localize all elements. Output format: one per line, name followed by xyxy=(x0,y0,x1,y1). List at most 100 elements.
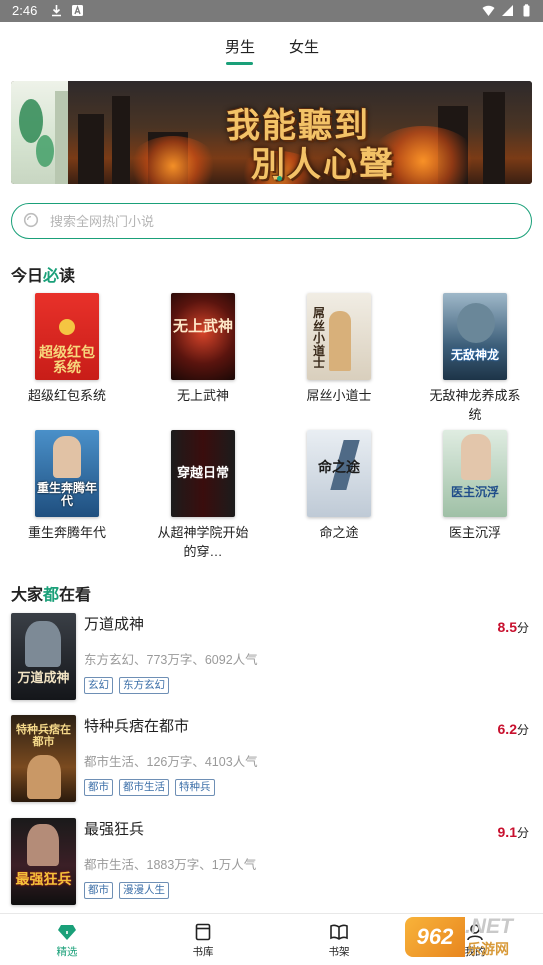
tag[interactable]: 都市生活 xyxy=(119,779,169,796)
book-cover-title: 穿越日常 xyxy=(176,465,229,480)
tab-female[interactable]: 女生 xyxy=(289,36,319,57)
book-card[interactable]: 屌丝小道士 屌丝小道士 xyxy=(289,293,389,405)
status-notification-icons xyxy=(50,4,84,17)
app-a-icon xyxy=(72,5,83,16)
watermark-badge: 962 xyxy=(405,917,465,957)
book-tags: 都市 漫漫人生 xyxy=(84,882,169,899)
book-cover: 无上武神 xyxy=(171,293,235,380)
book-title: 屌丝小道士 xyxy=(306,388,372,403)
book-cover: 万道成神 xyxy=(11,613,76,700)
banner-tower xyxy=(483,92,505,184)
book-card[interactable]: 命之途 命之途 xyxy=(289,430,389,542)
book-cover: 重生奔腾年代 xyxy=(35,430,99,517)
list-item[interactable]: 最强狂兵 最强狂兵 都市生活、1883万字、1万人气 都市 漫漫人生 9.1分 xyxy=(0,818,543,906)
status-bar: 2:46 xyxy=(0,0,543,22)
score-value: 9.1 xyxy=(497,824,517,840)
site-watermark: 962 .NET 乐游网 xyxy=(405,915,541,961)
book-cover-title: 特种兵痞在都市 xyxy=(16,724,71,748)
nav-item-library[interactable]: 书库 xyxy=(173,922,233,959)
list-item[interactable]: 特种兵痞在都市 特种兵痞在都市 都市生活、126万字、4103人气 都市 都市生… xyxy=(0,715,543,803)
book-card[interactable]: 医主沉浮 医主沉浮 xyxy=(425,430,525,542)
diamond-icon xyxy=(58,925,76,940)
book-title: 命之途 xyxy=(319,525,359,540)
promo-banner[interactable]: 我能聽到 別人心聲 xyxy=(11,81,532,184)
book-score: 9.1分 xyxy=(498,824,529,841)
book-tags: 玄幻 东方玄幻 xyxy=(84,677,169,694)
book-card[interactable]: 无上武神 无上武神 xyxy=(153,293,253,405)
book-meta: 东方玄幻、773万字、6092人气 xyxy=(84,653,258,667)
book-cover: 穿越日常 xyxy=(171,430,235,517)
book-title: 超级红包系统 xyxy=(27,388,106,403)
character-portrait xyxy=(461,434,491,480)
status-system-icons xyxy=(482,4,533,17)
score-unit: 分 xyxy=(516,826,529,840)
search-input[interactable] xyxy=(50,210,510,232)
book-cover-title: 屌丝小道士 xyxy=(312,306,325,371)
banner-dot-active xyxy=(277,176,282,181)
book-cover-title: 万道成神 xyxy=(17,670,70,685)
book-cover-title: 最强狂兵 xyxy=(15,871,72,887)
tag[interactable]: 都市 xyxy=(84,882,113,899)
book-title: 特种兵痞在都市 xyxy=(84,718,190,735)
section-title-today: 今日必读 xyxy=(11,262,75,286)
book-card[interactable]: 超级红包系统 超级红包系统 xyxy=(17,293,117,405)
tag[interactable]: 都市 xyxy=(84,779,113,796)
list-item[interactable]: 万道成神 万道成神 东方玄幻、773万字、6092人气 玄幻 东方玄幻 8.5分 xyxy=(0,613,543,701)
watermark-sub: 乐游网 xyxy=(467,941,509,957)
banner-fire xyxy=(128,136,218,184)
dragon-graphic xyxy=(457,303,495,343)
book-cover-title: 超级红包系统 xyxy=(39,344,95,375)
section-title-part: 今日 xyxy=(11,268,44,285)
book-cover: 命之途 xyxy=(307,430,371,517)
banner-pagination xyxy=(277,176,282,181)
tag[interactable]: 漫漫人生 xyxy=(119,882,169,899)
status-time: 2:46 xyxy=(12,3,38,18)
book-cover: 特种兵痞在都市 xyxy=(11,715,76,802)
character-portrait xyxy=(53,436,81,478)
book-cover-title: 无上武神 xyxy=(172,318,233,335)
section-title-popular: 大家都在看 xyxy=(11,581,91,605)
tab-male[interactable]: 男生 xyxy=(225,36,255,57)
nav-label: 书库 xyxy=(192,946,214,958)
book-cover: 无敌神龙 xyxy=(443,293,507,380)
gender-tabs: 男生 女生 xyxy=(0,22,543,70)
book-title: 最强狂兵 xyxy=(84,821,145,838)
book-meta: 都市生活、1883万字、1万人气 xyxy=(84,858,257,872)
nav-label: 精选 xyxy=(56,946,78,958)
book-cover-title: 命之途 xyxy=(318,459,360,475)
book-meta: 都市生活、126万字、4103人气 xyxy=(84,755,258,769)
banner-title-line2: 別人心聲 xyxy=(251,146,395,184)
book-score: 6.2分 xyxy=(498,721,529,738)
banner-tower xyxy=(78,114,104,184)
active-tab-indicator xyxy=(226,62,253,65)
book-cover-title: 医主沉浮 xyxy=(450,485,499,499)
character-figure xyxy=(27,824,59,866)
book-title: 医主沉浮 xyxy=(448,525,501,540)
book-title: 从超神学院开始的穿… xyxy=(157,525,249,559)
battery-icon xyxy=(523,4,530,17)
score-unit: 分 xyxy=(516,723,529,737)
section-title-highlight: 必 xyxy=(43,268,60,285)
watermark-net: .NET xyxy=(465,915,513,938)
tag[interactable]: 玄幻 xyxy=(84,677,113,694)
download-icon xyxy=(52,5,61,17)
book-card[interactable]: 重生奔腾年代 重生奔腾年代 xyxy=(17,430,117,542)
score-value: 8.5 xyxy=(497,619,517,635)
signal-icon xyxy=(502,5,513,16)
book-card[interactable]: 无敌神龙 无敌神龙养成系统 xyxy=(425,293,525,424)
section-title-part: 在看 xyxy=(59,587,92,604)
nav-item-bookshelf[interactable]: 书架 xyxy=(309,922,369,959)
tag[interactable]: 东方玄幻 xyxy=(119,677,169,694)
character-figure xyxy=(329,311,351,371)
nav-item-featured[interactable]: 精选 xyxy=(37,922,97,959)
book-cover: 屌丝小道士 xyxy=(307,293,371,380)
banner-side-image xyxy=(11,81,68,184)
tag[interactable]: 特种兵 xyxy=(175,779,215,796)
character-figure xyxy=(25,621,61,667)
book-title: 万道成神 xyxy=(84,616,145,633)
book-title: 重生奔腾年代 xyxy=(27,525,106,540)
book-cover: 最强狂兵 xyxy=(11,818,76,905)
search-bar[interactable] xyxy=(11,203,532,239)
character-figure xyxy=(27,755,61,799)
book-card[interactable]: 穿越日常 从超神学院开始的穿… xyxy=(153,430,253,561)
